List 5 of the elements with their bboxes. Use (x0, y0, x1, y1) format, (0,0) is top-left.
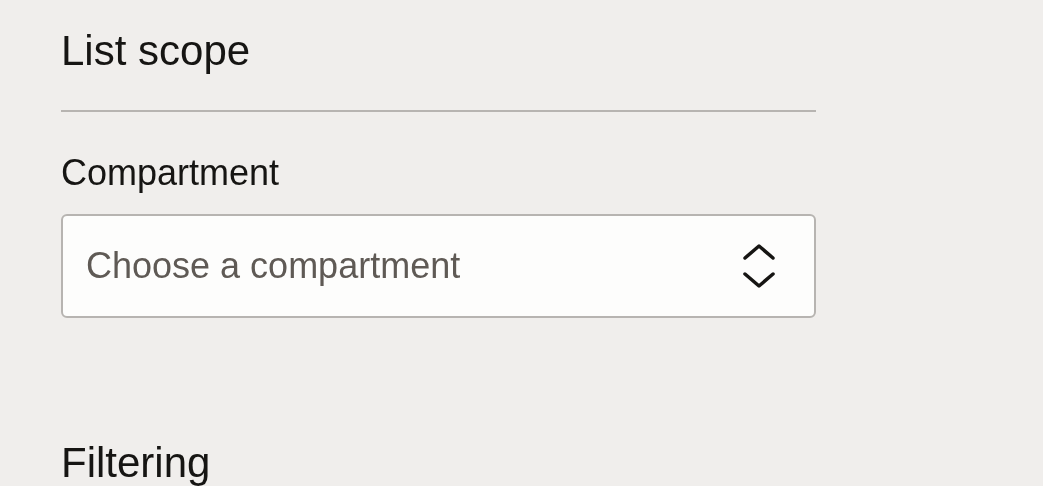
field-label: Compartment (61, 152, 281, 194)
section-heading: List scope (61, 26, 252, 76)
compartment-select[interactable]: Choose a compartment (61, 214, 816, 318)
section-heading: Filtering (61, 438, 212, 486)
chevron-up-down-icon (742, 244, 776, 288)
